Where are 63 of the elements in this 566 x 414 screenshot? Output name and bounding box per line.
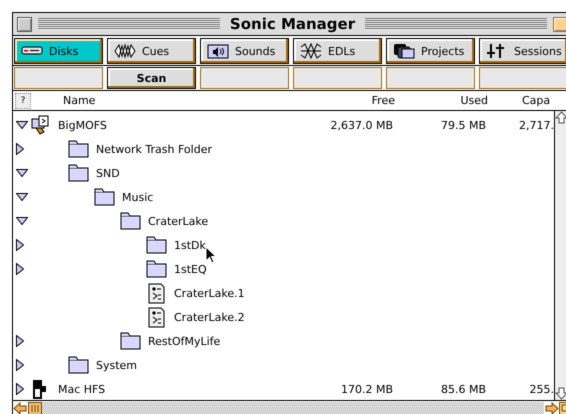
disclosure-triangle-icon[interactable] — [16, 383, 24, 395]
scroll-left-arrow-icon[interactable] — [13, 402, 28, 414]
folder-icon — [68, 162, 90, 184]
stacked-folders-icon — [393, 43, 415, 59]
disclosure-triangle-icon[interactable] — [16, 263, 24, 275]
item-name[interactable]: CraterLake.2 — [174, 310, 245, 324]
speaker-folder-icon — [207, 43, 229, 59]
scroll-down-arrow-icon[interactable] — [555, 386, 566, 400]
item-name[interactable]: Network Trash Folder — [96, 142, 212, 156]
item-name[interactable]: Mac HFS — [58, 382, 106, 396]
disclosure-triangle-icon[interactable] — [16, 359, 24, 371]
used-space: 85.6 MB — [440, 382, 486, 396]
column-header[interactable]: Name — [63, 94, 303, 107]
disclosure-triangle-icon[interactable] — [16, 239, 24, 251]
folder-icon — [146, 258, 168, 280]
close-box[interactable] — [17, 16, 32, 32]
column-header[interactable]: Capa — [488, 94, 556, 107]
used-space: 79.5 MB — [440, 118, 486, 132]
scroll-thumb[interactable] — [28, 402, 42, 414]
disclosure-triangle-icon[interactable] — [16, 143, 24, 155]
tab[interactable]: Sounds — [200, 38, 289, 64]
folder-icon — [120, 210, 142, 232]
item-name[interactable]: RestOfMyLife — [148, 334, 220, 348]
scroll-up-arrow-icon[interactable] — [555, 111, 566, 125]
zoom-box[interactable] — [553, 16, 566, 32]
disclosure-triangle-icon[interactable] — [16, 193, 28, 201]
title-bar-stripes[interactable] — [365, 18, 548, 30]
mouse-cursor-icon — [205, 246, 217, 264]
tab[interactable]: Cues — [107, 38, 196, 64]
folder-icon — [68, 354, 90, 376]
scan-button[interactable]: Scan — [107, 67, 196, 89]
folder-icon — [68, 138, 90, 160]
item-name[interactable]: SND — [96, 166, 120, 180]
folder-icon — [146, 234, 168, 256]
item-name[interactable]: CraterLake.1 — [174, 286, 245, 300]
free-space: 170.2 MB — [340, 382, 393, 396]
item-name[interactable]: BigMOFS — [58, 118, 107, 132]
title-bar-stripes[interactable] — [38, 18, 220, 30]
tab[interactable]: Sessions — [479, 38, 566, 64]
tab[interactable]: Projects — [386, 38, 475, 64]
capacity: 2,717. — [519, 118, 554, 132]
disclosure-triangle-icon[interactable] — [16, 335, 24, 347]
help-button[interactable]: ? — [15, 92, 31, 108]
column-header[interactable]: Used — [395, 94, 488, 107]
folder-icon — [94, 186, 116, 208]
disclosure-triangle-icon[interactable] — [16, 169, 28, 177]
crossed-waves-icon — [300, 43, 322, 59]
column-header[interactable]: Free — [303, 94, 395, 107]
window-title: Sonic Manager — [228, 15, 356, 33]
disclosure-triangle-icon[interactable] — [16, 121, 28, 129]
scroll-right-arrow-icon[interactable] — [544, 402, 559, 414]
free-space: 2,637.0 MB — [330, 118, 393, 132]
wave-icon — [114, 43, 136, 59]
tab[interactable]: EDLs — [293, 38, 382, 64]
folder-icon — [120, 330, 142, 352]
capacity: 255. — [530, 382, 554, 396]
item-name[interactable]: System — [96, 358, 138, 372]
item-name[interactable]: CraterLake — [148, 214, 208, 228]
tab[interactable]: Disks — [14, 38, 103, 64]
disclosure-triangle-icon[interactable] — [16, 217, 28, 225]
item-name[interactable]: Music — [122, 190, 154, 204]
item-name[interactable]: 1stEQ — [174, 262, 207, 276]
item-name[interactable]: 1stDk — [174, 238, 206, 252]
